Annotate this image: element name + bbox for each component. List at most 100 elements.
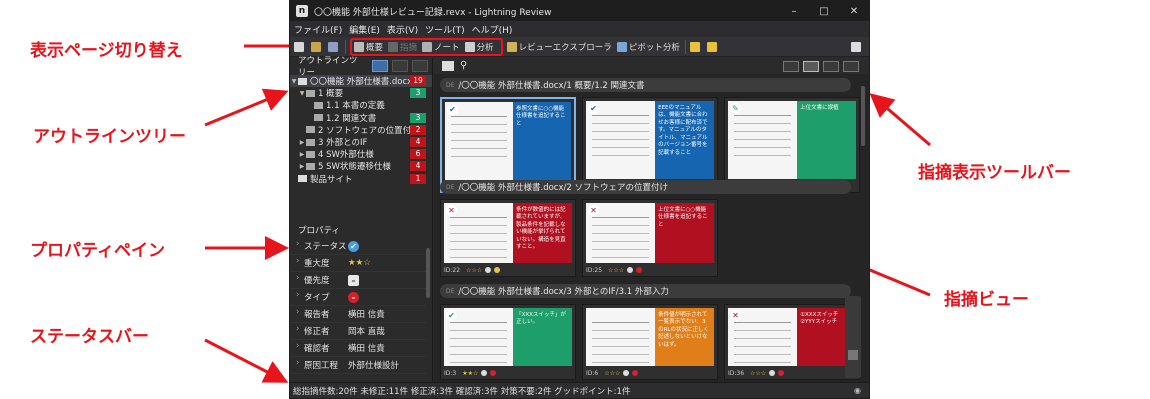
issue-view-scrollbar[interactable] xyxy=(861,86,865,146)
property-verifier[interactable]: 確認者 横田 信貴 xyxy=(290,340,426,357)
expand-arrow-icon[interactable]: ▼ xyxy=(290,78,298,85)
section-icon xyxy=(306,162,315,170)
expand-arrow-icon[interactable]: ▶ xyxy=(298,151,306,158)
title-bar: n 〇〇機能 外部仕様レビュー記録.revx - Lightning Revie… xyxy=(290,1,869,21)
expand-arrow-icon[interactable]: ▶ xyxy=(298,163,306,170)
issue-group-header[interactable]: DE /〇〇機能 外部仕様書.docx/1 概要/1.2 関連文書 xyxy=(440,78,851,92)
property-type[interactable]: タイプ – xyxy=(290,289,426,306)
section-icon xyxy=(306,126,315,134)
type-icon xyxy=(636,267,643,273)
property-status[interactable]: ステータス ✔ xyxy=(290,238,426,255)
outline-mode-icon[interactable] xyxy=(372,60,388,72)
issue-card[interactable]: ①XXXスイッチ ②YYYスイッチ ✕ ID:36 ☆☆☆ xyxy=(724,304,860,380)
expand-arrow-icon[interactable]: ▼ xyxy=(298,90,306,97)
property-cause-phase[interactable]: 原因工程 外部仕様設計 xyxy=(290,357,426,374)
issue-card[interactable]: 上位文書に○○機能仕様書を追記すること ✕ ID:25 ☆☆☆ xyxy=(582,199,718,277)
priority-icon xyxy=(769,370,776,376)
tab-issues[interactable]: 指摘 xyxy=(388,41,417,53)
issue-note: 参照文書に○○機能仕様書を追記すること xyxy=(513,102,571,180)
collapse-icon[interactable]: DE xyxy=(446,288,454,295)
maximize-button[interactable]: □ xyxy=(809,6,839,17)
menu-view[interactable]: 表示(V) xyxy=(387,23,418,36)
menu-file[interactable]: ファイル(F) xyxy=(294,23,342,36)
status-icon: ✔ xyxy=(348,240,426,252)
issue-card[interactable]: 条件値が明示されて一覧表示でない、3のRLの状況に正しく記述しないといけないはず… xyxy=(582,304,718,380)
outline-doc-icon[interactable] xyxy=(392,60,408,72)
severity-stars: ★★☆ xyxy=(462,369,479,377)
property-severity[interactable]: 重大度 ★★☆ xyxy=(290,255,426,272)
property-key: タイプ xyxy=(290,290,348,303)
property-value: 横田 信貴 xyxy=(348,310,385,320)
outline-collapse-icon[interactable] xyxy=(412,60,428,72)
tab-analysis[interactable]: 分析 xyxy=(464,41,494,53)
tree-item-section-4[interactable]: ▶ 4 SW外部仕様 6 xyxy=(290,148,432,160)
view-list-icon[interactable] xyxy=(823,60,839,72)
app-logo-icon: n xyxy=(296,5,308,17)
pivot-analysis-button[interactable]: ピボット分析 xyxy=(616,41,680,53)
search-icon[interactable]: ⚲ xyxy=(460,61,472,71)
tab-summary[interactable]: 概要 xyxy=(354,41,383,53)
open-folder-icon xyxy=(311,41,321,52)
issue-card-footer: ID:6 ☆☆☆ xyxy=(586,367,714,379)
issue-card[interactable]: 「XXXスイッチ」が正しい。 ✔ ID:3 ★★☆ xyxy=(440,304,576,380)
view-detail-icon[interactable] xyxy=(843,60,859,72)
issue-card[interactable]: 参照文書に○○機能仕様書を追記すること ✔ ID:1 ★★☆ xyxy=(440,97,576,193)
menu-edit[interactable]: 編集(E) xyxy=(349,23,380,36)
good-point-button[interactable] xyxy=(706,41,719,52)
tree-item-section-3[interactable]: ▶ 3 外部とのIF 4 xyxy=(290,136,432,148)
notification-icon[interactable]: ◉ xyxy=(854,386,861,395)
display-icon[interactable] xyxy=(442,61,454,71)
property-reporter[interactable]: 報告者 横田 信貴 xyxy=(290,306,426,323)
comment-button[interactable] xyxy=(851,41,863,52)
property-value: 外部仕様設計 xyxy=(348,361,400,371)
save-button[interactable] xyxy=(328,41,340,52)
tree-item-product-site[interactable]: 製品サイト 1 xyxy=(290,173,432,185)
menu-help[interactable]: ヘルプ(H) xyxy=(472,23,513,36)
tree-item-section-2[interactable]: 2 ソフトウェアの位置付け 2 xyxy=(290,124,432,136)
priority-icon xyxy=(627,267,634,273)
type-icon xyxy=(490,370,497,376)
open-file-button[interactable] xyxy=(311,41,323,52)
property-priority[interactable]: 優先度 – xyxy=(290,272,426,289)
minimize-button[interactable]: – xyxy=(779,6,809,17)
issue-thumbnail: 「XXXスイッチ」が正しい。 ✔ xyxy=(444,308,572,366)
zoom-slider-thumb[interactable] xyxy=(848,350,858,360)
property-fixer[interactable]: 修正者 岡本 直哉 xyxy=(290,323,426,340)
document-snippet xyxy=(586,308,656,366)
collapse-icon[interactable]: DE xyxy=(446,184,454,191)
issue-card[interactable]: EEEのマニュアルは、機能文書に合わせお客様に配布済です。マニュアルのタイトル、… xyxy=(582,97,718,193)
view-card-icon[interactable] xyxy=(803,60,819,72)
tab-notes[interactable]: ノート xyxy=(422,41,460,53)
tree-item-section-5[interactable]: ▶ 5 SW状態遷移仕様 4 xyxy=(290,160,432,172)
tree-item-section-1[interactable]: ▼ 1 概要 3 xyxy=(290,87,432,99)
issue-id: ID:25 xyxy=(586,266,603,274)
pivot-analysis-label: ピボット分析 xyxy=(628,42,680,53)
issue-card[interactable]: 条件が数値的には記載されていますが、製品条件を記載しない機能が挙げられていない。… xyxy=(440,199,576,277)
issue-group-header[interactable]: DE /〇〇機能 外部仕様書.docx/3 外部とのIF/3.1 外部入力 xyxy=(440,284,851,298)
collapse-icon[interactable]: DE xyxy=(446,82,454,89)
issue-view: ⚲ DE /〇〇機能 外部仕様書.docx/1 概要/1.2 関連文書 参照文書… xyxy=(434,58,869,384)
zoom-slider[interactable] xyxy=(845,296,861,378)
type-icon xyxy=(494,267,501,273)
issue-group-title: /〇〇機能 外部仕様書.docx/2 ソフトウェアの位置付け xyxy=(458,183,668,193)
menu-tools[interactable]: ツール(T) xyxy=(425,23,465,36)
menu-bar: ファイル(F) 編集(E) 表示(V) ツール(T) ヘルプ(H) xyxy=(290,21,869,37)
review-explorer-button[interactable]: レビューエクスプローラ xyxy=(506,41,612,53)
new-file-button[interactable] xyxy=(294,41,306,52)
close-button[interactable]: ✕ xyxy=(839,6,869,17)
properties-scrollbar[interactable] xyxy=(426,248,430,298)
tree-item-section-1-2[interactable]: 1.2 関連文書 3 xyxy=(290,112,432,124)
issue-thumbnail: 上位文書に誤植 ✎ xyxy=(728,101,856,179)
tree-item-document[interactable]: ▼ 〇〇機能 外部仕様書.docx 19 xyxy=(290,75,432,88)
status-cross-icon: ✕ xyxy=(588,205,599,216)
view-thumbnail-icon[interactable] xyxy=(783,60,799,72)
tree-item-section-1-1[interactable]: 1.1 本書の定義 xyxy=(290,99,432,111)
issue-note: 上位文書に○○機能仕様書を追記すること xyxy=(655,203,714,263)
issue-card[interactable]: 上位文書に誤植 ✎ ID:15 ★★☆ xyxy=(724,97,860,193)
warning-button[interactable] xyxy=(689,41,702,52)
analysis-icon xyxy=(464,41,475,52)
expand-arrow-icon[interactable]: ▶ xyxy=(298,139,306,146)
issue-group-header[interactable]: DE /〇〇機能 外部仕様書.docx/2 ソフトウェアの位置付け xyxy=(440,180,851,194)
severity-stars: ☆☆☆ xyxy=(466,266,483,274)
property-key: 報告者 xyxy=(290,307,348,320)
